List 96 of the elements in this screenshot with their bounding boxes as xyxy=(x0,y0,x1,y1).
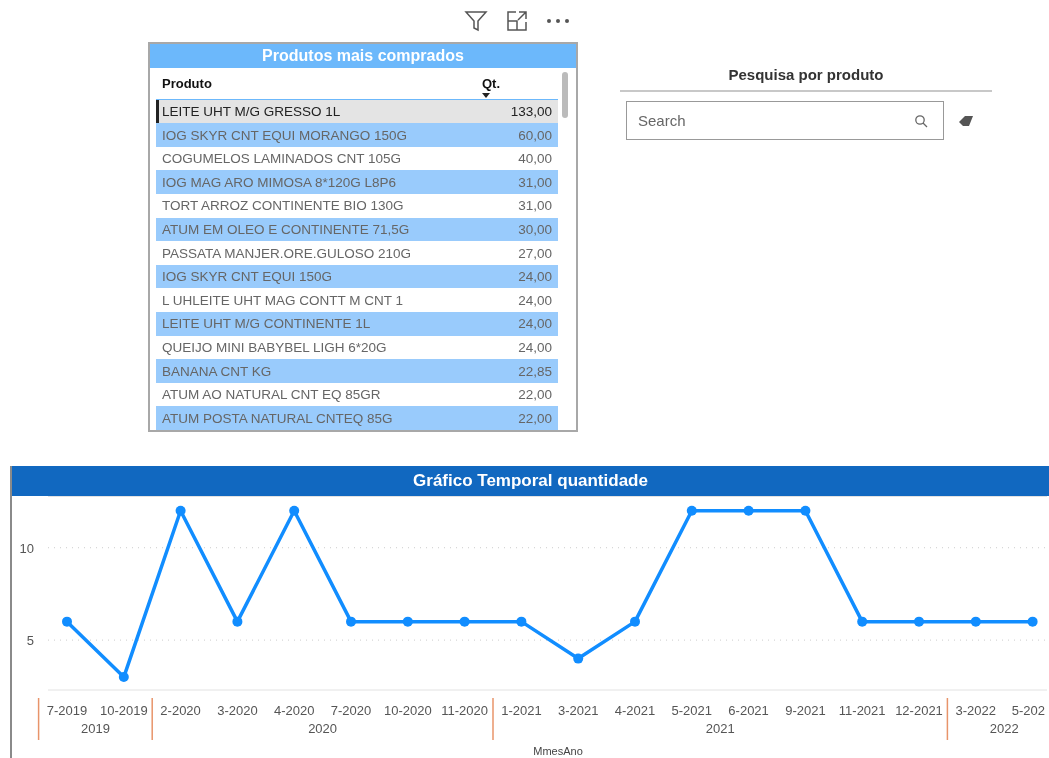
axis-label: 4-2021 xyxy=(614,703,656,718)
table-cell-text: 133,00 xyxy=(509,104,553,119)
data-point xyxy=(686,505,697,516)
slicer-title: Pesquisa por produto xyxy=(620,66,992,92)
axis-label: 3-2022 xyxy=(955,703,997,718)
axis-label: 3-2021 xyxy=(557,703,599,718)
data-point xyxy=(346,616,356,627)
axis-label: 11-2021 xyxy=(838,703,886,718)
table-row[interactable]: ATUM EM OLEO E CONTINENTE 71,5G 30,00 xyxy=(156,217,558,242)
axis-label: 11-2020 xyxy=(441,703,488,718)
table-row[interactable]: ATUM AO NATURAL CNT EQ 85GR 22,00 xyxy=(156,382,558,407)
data-point xyxy=(175,505,186,516)
axis-label: 10-2019 xyxy=(99,703,148,718)
axis-group-label: 2020 xyxy=(308,721,338,736)
table-row[interactable]: ATUM POSTA NATURAL CNTEQ 85G 22,00 xyxy=(156,406,558,430)
table-cell-text: 22,00 xyxy=(517,410,553,426)
table-cell-text: QUEIJO MINI BABYBEL LIGH 6*20G xyxy=(161,339,388,355)
focus-mode-icon[interactable] xyxy=(506,10,528,32)
table-row[interactable]: L UHLEITE UHT MAG CONTT M CNT 1 24,00 xyxy=(156,288,558,313)
table-cell-text: 31,00 xyxy=(517,174,553,190)
data-point xyxy=(914,616,924,627)
data-point xyxy=(573,653,584,664)
table-title: Produtos mais comprados xyxy=(150,44,576,68)
table-cell-text: ATUM AO NATURAL CNT EQ 85GR xyxy=(161,387,382,403)
data-point xyxy=(743,505,754,516)
table-cell-text: ATUM POSTA NATURAL CNTEQ 85G xyxy=(161,410,394,426)
scrollbar-thumb[interactable] xyxy=(562,72,568,118)
axis-title: MmesAno xyxy=(533,745,583,757)
data-point xyxy=(800,505,811,516)
axis-label: 5-202 xyxy=(1011,703,1045,718)
table-cell-text: 22,85 xyxy=(517,363,553,379)
axis-label: 2-2020 xyxy=(160,703,201,718)
table-cell-text: IOG MAG ARO MIMOSA 8*120G L8P6 xyxy=(161,174,398,190)
eraser-icon[interactable] xyxy=(958,114,974,127)
table-row[interactable]: BANANA CNT KG 22,85 xyxy=(156,359,558,383)
axis-label: 5-2021 xyxy=(671,703,713,718)
table-cell-text: 22,00 xyxy=(517,387,553,403)
data-point xyxy=(62,616,72,627)
search-field[interactable]: Search xyxy=(626,101,944,140)
data-point xyxy=(970,616,981,627)
axis-label: 3-2020 xyxy=(217,703,258,718)
table-cell-text: TORT ARROZ CONTINENTE BIO 130G xyxy=(161,198,405,214)
axis-label: 9-2021 xyxy=(785,703,826,718)
data-point xyxy=(289,505,300,516)
axis-label: 6-2021 xyxy=(728,703,769,718)
table-cell-text: IOG SKYR CNT EQUI MORANGO 150G xyxy=(161,127,409,143)
table-row[interactable]: IOG MAG ARO MIMOSA 8*120G L8P6 31,00 xyxy=(156,170,558,195)
table-row[interactable]: QUEIJO MINI BABYBEL LIGH 6*20G 24,00 xyxy=(156,335,558,360)
table-cell-text: ATUM EM OLEO E CONTINENTE 71,5G xyxy=(161,221,411,237)
axis-label: 10 xyxy=(19,540,34,556)
axis-label: 1-2021 xyxy=(501,703,542,718)
table-cell-text: 24,00 xyxy=(517,316,553,332)
table-cell-text: LEITE UHT M/G CONTINENTE 1L xyxy=(161,316,372,332)
axis-label: 5 xyxy=(26,633,34,649)
filter-icon[interactable] xyxy=(464,9,488,33)
table-row[interactable]: IOG SKYR CNT EQUI MORANGO 150G 60,00 xyxy=(156,123,558,147)
column-header[interactable]: Produto xyxy=(156,72,476,99)
table-cell-text: 24,00 xyxy=(517,339,553,355)
axis-group-label: 2021 xyxy=(705,721,735,736)
data-point xyxy=(630,616,640,627)
table-cell-text: COGUMELOS LAMINADOS CNT 105G xyxy=(161,151,403,167)
table-row[interactable]: LEITE UHT M/G GRESSO 1L 133,00 xyxy=(156,99,558,124)
data-point xyxy=(402,616,413,627)
axis-group-label: 2022 xyxy=(989,721,1019,736)
table-cell-text: 60,00 xyxy=(517,127,553,143)
axis-group-label: 2019 xyxy=(80,721,110,736)
more-options-icon[interactable] xyxy=(546,18,570,24)
data-point xyxy=(232,616,243,627)
table-row[interactable]: TORT ARROZ CONTINENTE BIO 130G 31,00 xyxy=(156,194,558,218)
search-icon[interactable] xyxy=(914,114,928,128)
data-point xyxy=(459,616,470,627)
table-cell-text: LEITE UHT M/G GRESSO 1L xyxy=(161,104,342,119)
table-cell-text: 27,00 xyxy=(517,245,553,261)
table-cell-text: IOG SKYR CNT EQUI 150G xyxy=(161,269,334,285)
table-cell-text: 40,00 xyxy=(517,151,553,167)
axis-label: 10-2020 xyxy=(383,703,432,718)
table-cell-text: 30,00 xyxy=(517,221,553,237)
data-point xyxy=(1027,616,1038,627)
table-row[interactable]: LEITE UHT M/G CONTINENTE 1L 24,00 xyxy=(156,312,558,336)
table-cell-text: 31,00 xyxy=(517,198,553,214)
table-row[interactable]: COGUMELOS LAMINADOS CNT 105G 40,00 xyxy=(156,146,558,171)
axis-label: 12-2021 xyxy=(895,703,943,718)
data-point xyxy=(118,672,129,683)
table-cell-text: L UHLEITE UHT MAG CONTT M CNT 1 xyxy=(161,292,405,308)
table-cell-text: BANANA CNT KG xyxy=(161,363,273,379)
chart-title: Gráfico Temporal quantidade xyxy=(12,466,1049,496)
table-row[interactable]: PASSATA MANJER.ORE.GULOSO 210G 27,00 xyxy=(156,241,558,265)
table-row[interactable]: IOG SKYR CNT EQUI 150G 24,00 xyxy=(156,264,558,289)
axis-label: 7-2019 xyxy=(46,703,88,718)
data-point xyxy=(857,616,868,627)
axis-label: 7-2020 xyxy=(330,703,372,718)
table-cell-text: 24,00 xyxy=(517,269,553,285)
table-cell-text: 24,00 xyxy=(517,292,553,308)
data-point xyxy=(516,616,527,627)
table-cell-text: PASSATA MANJER.ORE.GULOSO 210G xyxy=(161,245,413,261)
axis-label: 4-2020 xyxy=(273,703,315,718)
